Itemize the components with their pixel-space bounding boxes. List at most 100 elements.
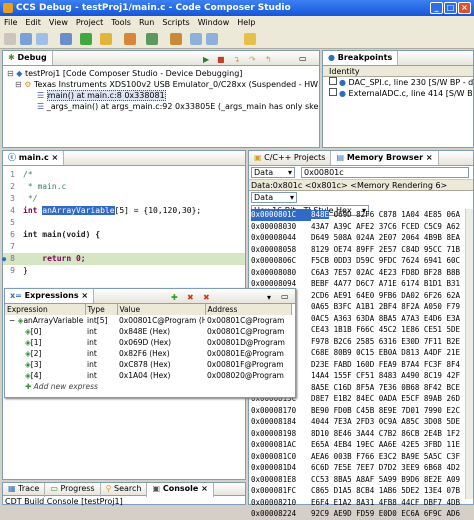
- checkbox[interactable]: [329, 88, 337, 96]
- menu-bar: File Edit View Project Tools Run Scripts Window…: [0, 16, 474, 29]
- tab-cpp-projects[interactable]: ▣ C/C++ Projects: [249, 151, 332, 165]
- c-file-icon: ⓒ: [8, 153, 19, 162]
- progress-icon: ▭: [50, 484, 61, 493]
- tab-main-c[interactable]: ⓒ main.c ×: [3, 151, 65, 165]
- checkbox[interactable]: [329, 77, 337, 85]
- minimize-view-icon[interactable]: ▭: [281, 290, 289, 304]
- breakpoint-icon: ●: [339, 89, 349, 98]
- breakpoint-item[interactable]: ● ExternalADC.c, line 414 [S/W BP - disa…: [323, 88, 473, 99]
- add-icon: ✚: [25, 382, 34, 391]
- build-icon[interactable]: [60, 33, 72, 45]
- tree-item-project[interactable]: ⊟ ◆ testProj1 [Code Composer Studio - De…: [3, 68, 319, 79]
- menu-window[interactable]: Window: [194, 18, 234, 27]
- console-icon: ▣: [152, 484, 163, 493]
- menu-scripts[interactable]: Scripts: [158, 18, 193, 27]
- memory-format-select[interactable]: Data ▾: [251, 192, 297, 203]
- search-icon[interactable]: [100, 33, 112, 45]
- menu-help[interactable]: Help: [233, 18, 259, 27]
- chevron-down-icon: ▾: [289, 193, 294, 202]
- tools-icon[interactable]: [124, 33, 136, 45]
- close-icon[interactable]: ×: [426, 153, 433, 162]
- save-icon[interactable]: [20, 33, 32, 45]
- add-new-expression-row[interactable]: ✚ Add new express: [5, 381, 291, 392]
- resume-icon[interactable]: ▶: [203, 53, 209, 67]
- expression-icon: x=: [10, 291, 25, 300]
- memory-address-input[interactable]: 0x00801c: [301, 167, 469, 178]
- remove-all-icon[interactable]: ✖: [203, 291, 210, 305]
- tab-breakpoints[interactable]: ● Breakpoints: [323, 51, 399, 65]
- menu-file[interactable]: File: [0, 18, 21, 27]
- code-area[interactable]: 1/* 2 * main.c 3 */ 4 int anArrayVariable…: [2, 166, 245, 277]
- step-return-icon[interactable]: ↰: [265, 53, 272, 67]
- tab-search[interactable]: ⚲ Search: [101, 483, 148, 497]
- menu-view[interactable]: View: [45, 18, 72, 27]
- chevron-down-icon: ▾: [287, 168, 292, 177]
- column-type[interactable]: Type: [85, 304, 118, 315]
- minimize-button[interactable]: _: [430, 2, 443, 14]
- tab-trace[interactable]: ▦ Trace: [3, 483, 46, 497]
- tab-debug[interactable]: ✱ Debug: [3, 51, 53, 65]
- tab-console[interactable]: ▣ Console ×: [147, 483, 214, 497]
- minimize-view-icon[interactable]: ▭: [299, 52, 307, 66]
- pin-icon[interactable]: [170, 33, 182, 45]
- back-icon[interactable]: [190, 33, 202, 45]
- breakpoints-tab-header: ● Breakpoints: [323, 51, 473, 66]
- add-icon[interactable]: ✚: [171, 291, 178, 305]
- tree-item-emulator[interactable]: ⊟ ⚙ Texas Instruments XDS100v2 USB Emula…: [3, 79, 319, 90]
- table-row[interactable]: ◈[1] int 0x069D (Hex) 0x00801D@Program: [5, 337, 291, 348]
- close-icon[interactable]: ×: [201, 484, 208, 493]
- forward-icon[interactable]: [206, 33, 218, 45]
- tab-memory-browser[interactable]: ▤ Memory Browser ×: [331, 151, 439, 165]
- title-bar: CCS Debug - testProj1/main.c - Code Comp…: [0, 0, 474, 16]
- menu-edit[interactable]: Edit: [21, 18, 45, 27]
- bottom-view: ▦ Trace ▭ Progress ⚲ Search ▣ Console × CDT…: [2, 482, 246, 506]
- maximize-button[interactable]: □: [444, 2, 457, 14]
- remove-icon[interactable]: ✖: [187, 291, 194, 305]
- perspective-icon[interactable]: [244, 33, 256, 45]
- new-icon[interactable]: [4, 33, 16, 45]
- editor-tab-header: ⓒ main.c ×: [3, 151, 245, 166]
- tree-item-frame-args-main[interactable]: ☰ _args_main() at args_main.c:92 0x33805…: [3, 101, 319, 112]
- close-icon[interactable]: ×: [81, 291, 88, 300]
- breakpoint-item[interactable]: ● DAC_SPI.c, line 230 [S/W BP - disable: [323, 77, 473, 88]
- console-title: CDT Build Console [testProj1]: [5, 497, 123, 506]
- breakpoints-view: ● Breakpoints Identity ● DAC_SPI.c, line…: [322, 50, 474, 148]
- menu-run[interactable]: Run: [135, 18, 158, 27]
- menu-project[interactable]: Project: [72, 18, 107, 27]
- menu-tools[interactable]: Tools: [107, 18, 135, 27]
- memory-icon: ▤: [336, 153, 347, 162]
- tab-progress[interactable]: ▭ Progress: [45, 483, 101, 497]
- expressions-view: x= Expressions × ✚ ✖ ✖ ▾ ▭ Expression Ty…: [4, 288, 296, 398]
- memory-rendering-tab[interactable]: Data:0x801c <0x801c> <Memory Rendering 6…: [249, 180, 473, 191]
- run-icon[interactable]: [146, 33, 158, 45]
- selected-identifier[interactable]: anArrayVariable: [42, 206, 115, 215]
- table-row[interactable]: ◈[2] int 0x82F6 (Hex) 0x00801E@Program: [5, 348, 291, 359]
- main-toolbar: [0, 29, 474, 49]
- bug-icon: ✱: [8, 53, 18, 62]
- print-icon[interactable]: [36, 33, 48, 45]
- table-row[interactable]: ◈[4] int 0x1A04 (Hex) 0x008020@Program: [5, 370, 291, 381]
- close-button[interactable]: ×: [458, 2, 471, 14]
- table-row[interactable]: ◈[3] int 0xC878 (Hex) 0x00801F@Program: [5, 359, 291, 370]
- breakpoint-icon: ●: [328, 53, 338, 62]
- column-expression[interactable]: Expression: [5, 304, 86, 315]
- breakpoint-marker-icon[interactable]: ●: [2, 253, 6, 265]
- terminate-icon[interactable]: ■: [217, 53, 225, 67]
- column-value[interactable]: Value: [117, 304, 206, 315]
- stack-frame-icon: ☰: [37, 102, 47, 111]
- memory-space-select[interactable]: Data ▾: [251, 167, 295, 178]
- step-over-icon[interactable]: ↷: [249, 53, 256, 67]
- tree-item-frame-main[interactable]: ☰ main() at main.c:8 0x338081: [3, 90, 319, 101]
- debug-icon[interactable]: [80, 33, 92, 45]
- column-address[interactable]: Address: [205, 304, 292, 315]
- close-icon[interactable]: ×: [52, 153, 59, 162]
- tab-expressions[interactable]: x= Expressions ×: [5, 289, 95, 303]
- search-icon: ⚲: [105, 484, 114, 493]
- step-into-icon[interactable]: ↴: [233, 53, 240, 67]
- expressions-table: Expression Type Value Address − ◈anArray…: [5, 304, 292, 392]
- view-menu-icon[interactable]: ▾: [267, 291, 271, 305]
- table-row[interactable]: − ◈anArrayVariable int[5] 0x00801C@Progr…: [5, 315, 291, 326]
- memory-scrollbar[interactable]: [465, 209, 473, 499]
- table-row[interactable]: ◈[0] int 0x848E (Hex) 0x00801C@Program: [5, 326, 291, 337]
- memory-tab-header: ▣ C/C++ Projects ▤ Memory Browser ×: [249, 151, 473, 166]
